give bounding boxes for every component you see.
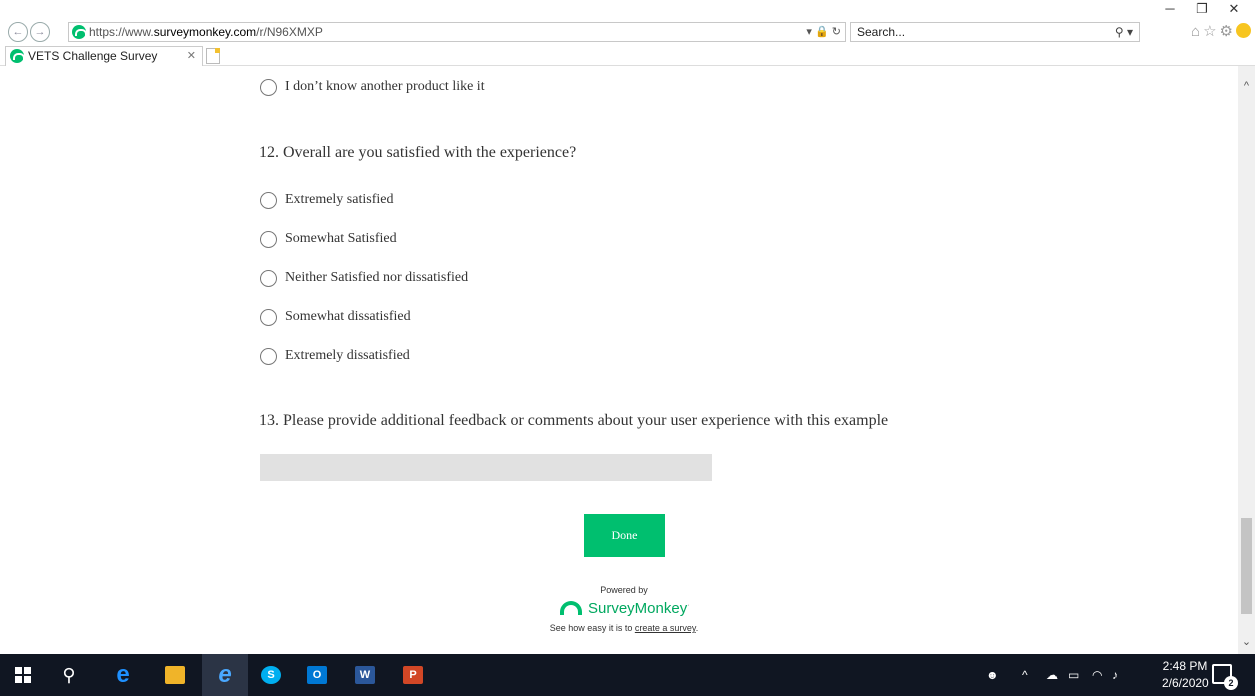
radio-icon[interactable]	[260, 308, 277, 326]
radio-icon[interactable]	[260, 269, 277, 287]
surveymonkey-logo-icon	[560, 601, 582, 615]
favorites-star-icon[interactable]: ☆	[1203, 23, 1219, 40]
address-tools: ▾ 🔒 ↻	[806, 23, 841, 41]
tab-row: VETS Challenge Survey ✕	[0, 44, 1255, 66]
windows-logo-icon	[15, 667, 31, 683]
surveymonkey-logo[interactable]: SurveyMonkey·	[560, 598, 690, 618]
title-bar: ─ ❐ ✕	[0, 0, 1255, 20]
done-button[interactable]: Done	[584, 514, 665, 557]
address-bar[interactable]: https://www.surveymonkey.com/r/N96XMXP ▾…	[68, 22, 846, 42]
battery-icon[interactable]: ▭	[1068, 654, 1079, 696]
skype-icon[interactable]: S	[248, 654, 294, 696]
option-label: Neither Satisfied nor dissatisfied	[285, 270, 469, 285]
clock-time: 2:48 PM	[1162, 659, 1208, 673]
tab-title: VETS Challenge Survey	[28, 49, 158, 63]
clock-date: 2/6/2020	[1162, 676, 1209, 690]
search-input[interactable]: Search...	[857, 25, 905, 39]
tray-chevron-icon[interactable]: ^	[1022, 654, 1028, 696]
start-button[interactable]	[0, 654, 46, 696]
people-icon[interactable]: ☻	[986, 654, 999, 696]
notification-center-icon[interactable]: 2	[1212, 664, 1238, 690]
survey-page: I don’t know another product like it 12.…	[0, 66, 1238, 654]
new-tab-icon[interactable]	[206, 48, 220, 64]
search-icon[interactable]: ⚲ ▾	[1115, 23, 1133, 41]
word-icon[interactable]: W	[342, 654, 388, 696]
forward-icon[interactable]: →	[30, 22, 50, 42]
back-icon[interactable]: ←	[8, 22, 28, 42]
create-survey-link[interactable]: create a survey	[635, 623, 696, 633]
outlook-icon[interactable]: O	[294, 654, 340, 696]
dropdown-icon[interactable]: ▾	[806, 26, 812, 38]
powerpoint-icon[interactable]: P	[390, 654, 436, 696]
option-no-other-product[interactable]: I don’t know another product like it	[260, 77, 485, 97]
page-scrollbar[interactable]: ^ ⌄	[1238, 66, 1255, 654]
radio-icon[interactable]	[260, 191, 277, 209]
powered-by-text: Powered by	[600, 585, 648, 595]
question-12-title: 12. Overall are you satisfied with the e…	[259, 144, 577, 161]
edge-icon[interactable]: e	[100, 654, 146, 696]
option-somewhat-satisfied[interactable]: Somewhat Satisfied	[260, 229, 397, 249]
scroll-up-icon[interactable]: ^	[1238, 78, 1255, 94]
taskbar-search-icon[interactable]: ⚲	[46, 654, 92, 696]
option-somewhat-dissatisfied[interactable]: Somewhat dissatisfied	[260, 307, 411, 327]
url-text: https://www.surveymonkey.com/r/N96XMXP	[89, 25, 323, 39]
minimize-icon[interactable]: ─	[1154, 0, 1186, 20]
radio-icon[interactable]	[260, 230, 277, 248]
option-label: Extremely satisfied	[285, 192, 394, 207]
restore-icon[interactable]: ❐	[1186, 0, 1218, 20]
scroll-down-icon[interactable]: ⌄	[1238, 634, 1255, 650]
brand-name: SurveyMonkey·	[588, 599, 690, 617]
option-label: I don’t know another product like it	[285, 79, 485, 94]
tab-favicon-icon	[10, 49, 25, 63]
option-extremely-dissatisfied[interactable]: Extremely dissatisfied	[260, 346, 410, 366]
radio-icon[interactable]	[260, 78, 277, 96]
tab-close-icon[interactable]: ✕	[187, 47, 196, 65]
option-neither[interactable]: Neither Satisfied nor dissatisfied	[260, 268, 468, 288]
option-extremely-satisfied[interactable]: Extremely satisfied	[260, 190, 393, 210]
browser-toolbar-icons: ⌂☆⚙	[1191, 22, 1251, 40]
file-explorer-icon[interactable]	[152, 654, 198, 696]
scroll-thumb[interactable]	[1241, 518, 1252, 614]
address-row: ← → https://www.surveymonkey.com/r/N96XM…	[0, 20, 1255, 44]
internet-explorer-icon[interactable]: e	[202, 654, 248, 696]
feedback-input[interactable]	[260, 454, 712, 481]
search-box[interactable]: Search... ⚲ ▾	[850, 22, 1140, 42]
option-label: Extremely dissatisfied	[285, 348, 410, 363]
close-icon[interactable]: ✕	[1218, 0, 1250, 20]
gear-icon[interactable]: ⚙	[1220, 23, 1236, 40]
onedrive-icon[interactable]: ☁	[1046, 654, 1058, 696]
system-clock[interactable]: 2:48 PM 2/6/2020	[1162, 658, 1209, 692]
volume-icon[interactable]: ♪	[1112, 654, 1118, 696]
site-favicon-icon	[72, 25, 87, 39]
home-icon[interactable]: ⌂	[1191, 23, 1203, 40]
lock-icon[interactable]: 🔒	[815, 26, 829, 38]
question-13-title: 13. Please provide additional feedback o…	[259, 412, 889, 429]
tab-vets-challenge-survey[interactable]: VETS Challenge Survey ✕	[5, 46, 203, 66]
radio-icon[interactable]	[260, 347, 277, 365]
feedback-smiley-icon[interactable]	[1236, 23, 1251, 38]
option-label: Somewhat Satisfied	[285, 231, 397, 246]
refresh-icon[interactable]: ↻	[832, 26, 841, 38]
option-label: Somewhat dissatisfied	[285, 309, 411, 324]
wifi-icon[interactable]: ◠	[1092, 654, 1102, 696]
notification-count: 2	[1224, 676, 1238, 690]
create-survey-line: See how easy it is to create a survey.	[549, 623, 699, 633]
taskbar: ⚲ e e S O W P ☻ ^ ☁ ▭ ◠ ♪ 2:48 PM 2/6/20…	[0, 654, 1255, 696]
